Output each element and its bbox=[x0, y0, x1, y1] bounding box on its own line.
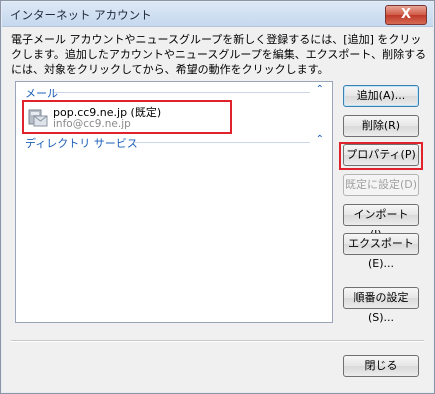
collapse-chevron-icon[interactable]: ⌃ bbox=[316, 84, 324, 95]
internet-accounts-dialog: インターネット アカウント X 電子メール アカウントやニュースグループを新しく… bbox=[0, 0, 435, 394]
account-item-pop[interactable]: pop.cc9.ne.jp (既定) info@cc9.ne.jp bbox=[22, 100, 232, 134]
title-bar: インターネット アカウント X bbox=[2, 2, 433, 27]
group-divider bbox=[134, 142, 310, 143]
close-button[interactable]: 閉じる bbox=[343, 355, 419, 377]
close-window-button[interactable]: X bbox=[385, 5, 427, 25]
group-label-directory: ディレクトリ サービス bbox=[25, 135, 142, 151]
order-settings-button[interactable]: 順番の設定(S)... bbox=[343, 287, 419, 324]
footer-separator bbox=[11, 340, 424, 342]
delete-button[interactable]: 削除(R) bbox=[343, 115, 419, 137]
accounts-list[interactable]: メール ⌃ pop.cc9.ne.jp (既定) info@cc9.ne.jp … bbox=[15, 81, 333, 323]
export-button[interactable]: エクスポート(E)... bbox=[343, 233, 419, 270]
add-button[interactable]: 追加(A)... bbox=[343, 85, 419, 107]
import-button[interactable]: インポート(I)... bbox=[343, 204, 419, 241]
account-email: info@cc9.ne.jp bbox=[53, 118, 131, 130]
group-header-mail[interactable]: メール ⌃ bbox=[16, 84, 332, 101]
collapse-chevron-icon[interactable]: ⌃ bbox=[316, 134, 324, 145]
window-title: インターネット アカウント bbox=[10, 8, 152, 22]
mail-account-icon bbox=[28, 109, 48, 127]
set-default-button: 既定に設定(D) bbox=[343, 174, 419, 196]
instructions-text: 電子メール アカウントやニュースグループを新しく登録するには、[追加] をクリッ… bbox=[11, 33, 427, 76]
group-header-directory[interactable]: ディレクトリ サービス ⌃ bbox=[16, 134, 332, 151]
properties-button[interactable]: プロパティ(P) bbox=[343, 144, 419, 166]
group-label-mail: メール bbox=[25, 85, 62, 101]
group-divider bbox=[54, 92, 310, 93]
